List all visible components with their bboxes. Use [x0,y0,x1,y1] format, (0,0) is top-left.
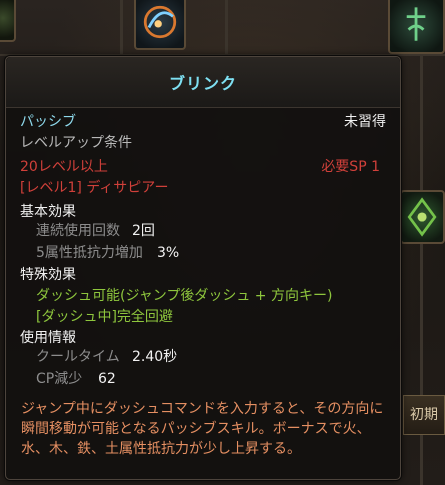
usage-value: 2.40秒 [132,349,178,365]
effect-value: 2回 [132,223,155,239]
skill-title: ブリンク [168,74,237,93]
special-effect-item: ダッシュ可能(ジャンプ後ダッシュ + 方向キー) [36,288,333,304]
skill-tree-screen: 初期化 ブリンク パッシブ 未習得 レベルアップ条件 20レベル以上 必要SP … [0,0,445,485]
special-effect-item: [ダッシュ中]完全回避 [36,309,173,325]
levelup-heading: レベルアップ条件 [20,135,132,151]
level-name: [レベル1] ディサピアー [20,180,169,196]
effect-label: 5属性抵抗力増加 [36,245,143,261]
skill-tree-connector [120,0,123,60]
tooltip-header: ブリンク [6,57,400,108]
usage-label: CP減少 [36,371,83,387]
usage-info-heading: 使用情報 [20,330,76,346]
usage-value: 62 [98,371,116,387]
level-requirement: 20レベル以上 [20,159,108,175]
basic-effects-heading: 基本効果 [20,204,76,220]
cross-skill-icon[interactable] [0,0,16,42]
skill-tree-connector [225,0,228,60]
skill-tooltip: ブリンク パッシブ 未習得 レベルアップ条件 20レベル以上 必要SP 1 [レ… [5,56,401,480]
effect-value: 3% [157,245,180,261]
skill-type: パッシブ [20,114,76,130]
skill-description: ジャンプ中にダッシュコマンドを入力すると、その方向に瞬間移動が可能となるパッシブ… [21,401,384,457]
learn-status: 未習得 [344,114,386,130]
usage-label: クールタイム [36,349,120,365]
dash-swirl-skill-icon[interactable] [134,0,186,50]
reset-skills-label: 初期化 [410,407,438,423]
rune-skill-icon[interactable] [388,0,445,54]
sp-requirement: 必要SP 1 [321,159,380,175]
effect-label: 連続使用回数 [36,223,120,239]
special-effects-heading: 特殊効果 [20,267,76,283]
leaf-skill-icon[interactable] [400,190,445,244]
reset-skills-button[interactable]: 初期化 [403,395,445,435]
